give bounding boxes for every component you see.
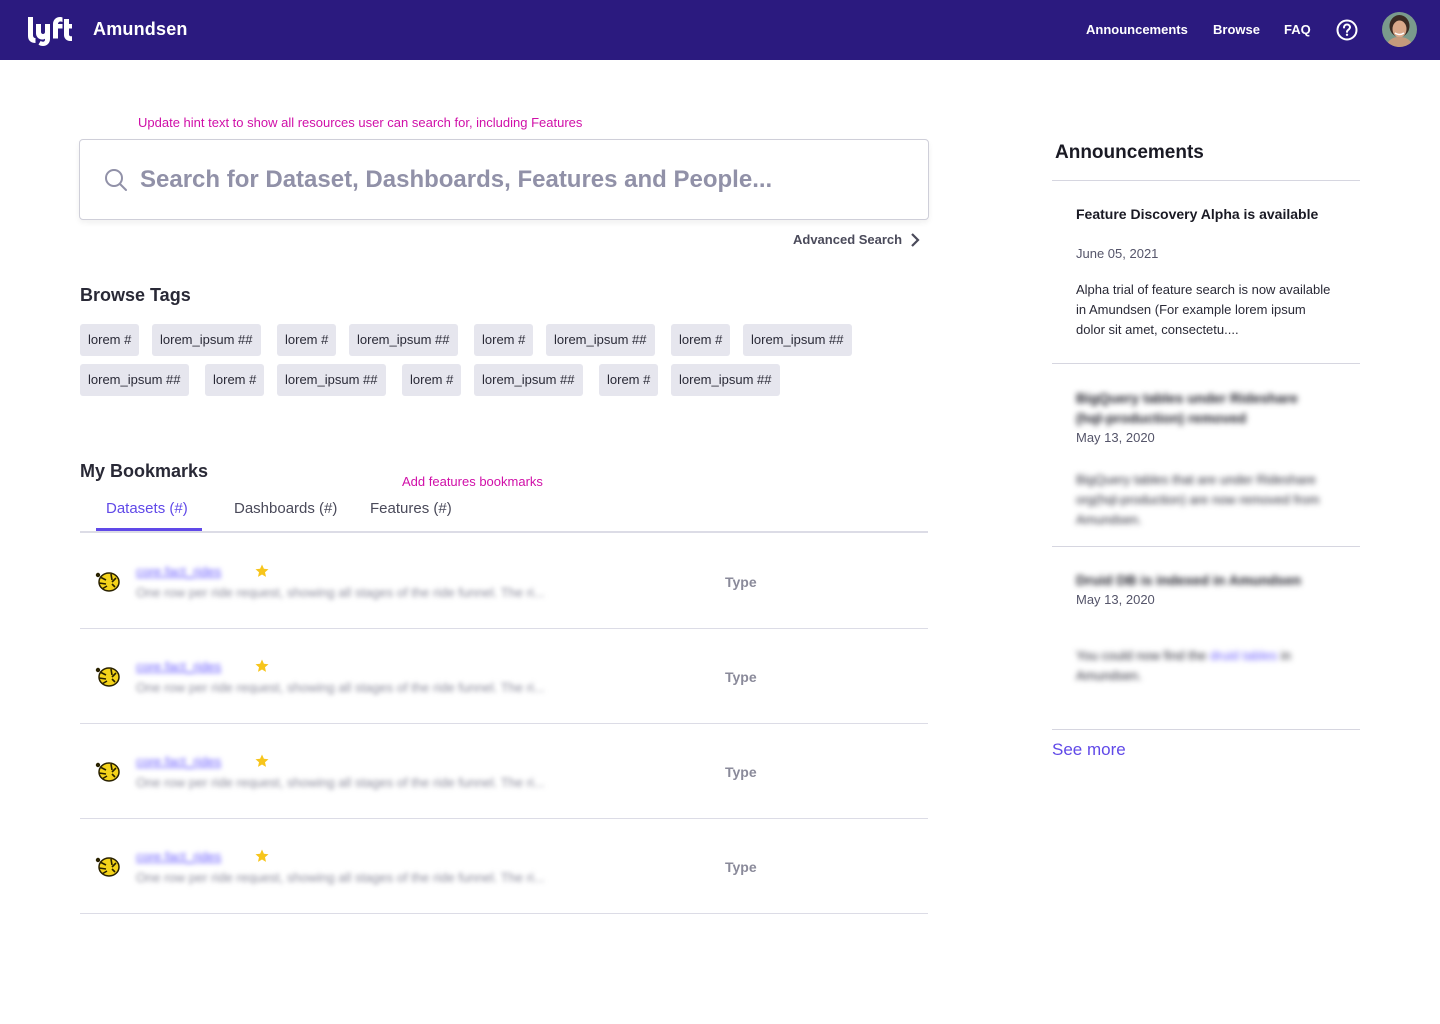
tag-chip[interactable]: lorem_ipsum ## xyxy=(152,324,261,356)
tag-chip[interactable]: lorem # xyxy=(80,324,140,356)
hive-icon xyxy=(95,572,120,592)
tab-datasets[interactable]: Datasets (#) xyxy=(106,500,188,517)
announcement-title[interactable]: BigQuery tables under Rideshare (hql-pro… xyxy=(1076,388,1326,428)
tag-chip[interactable]: lorem # xyxy=(205,364,265,396)
tag-chip[interactable]: lorem # xyxy=(671,324,731,356)
top-nav-bar: Amundsen Announcements Browse FAQ xyxy=(0,0,1440,60)
help-circle-icon[interactable] xyxy=(1336,19,1358,41)
bookmark-type: Type xyxy=(725,669,757,685)
bookmark-row[interactable]: core.fact_rides One row per ride request… xyxy=(80,819,928,914)
tag-chip[interactable]: lorem_ipsum ## xyxy=(349,324,458,356)
announcements-title: Announcements xyxy=(1055,142,1204,163)
bookmark-type: Type xyxy=(725,764,757,780)
app-title[interactable]: Amundsen xyxy=(93,19,188,40)
announcement-body: You could now find the druid tables in A… xyxy=(1076,646,1334,686)
hive-icon xyxy=(95,857,120,877)
nav-faq[interactable]: FAQ xyxy=(1284,22,1311,37)
announcement-body: BigQuery tables that are under Rideshare… xyxy=(1076,472,1320,527)
druid-tables-link[interactable]: druid tables xyxy=(1210,648,1277,663)
advanced-search-link[interactable]: Advanced Search xyxy=(793,232,902,247)
tag-chip[interactable]: lorem # xyxy=(277,324,337,356)
tag-chip[interactable]: lorem_ipsum ## xyxy=(277,364,386,396)
divider xyxy=(1052,546,1360,547)
bookmark-type: Type xyxy=(725,574,757,590)
tag-chip[interactable]: lorem_ipsum ## xyxy=(671,364,780,396)
see-more-link[interactable]: See more xyxy=(1052,740,1126,760)
announcement-body-text: You could now find the xyxy=(1076,648,1207,663)
lyft-logo-icon[interactable] xyxy=(26,14,74,48)
chevron-right-icon[interactable] xyxy=(910,233,920,247)
bookmark-type: Type xyxy=(725,859,757,875)
active-tab-indicator xyxy=(96,528,202,531)
divider xyxy=(1052,729,1360,730)
bookmark-title[interactable]: core.fact_rides xyxy=(136,849,221,864)
search-bar[interactable] xyxy=(79,139,929,220)
tabs-divider xyxy=(80,531,928,533)
nav-announcements[interactable]: Announcements xyxy=(1086,22,1188,37)
announcement-title[interactable]: Druid DB is indexed in Amundsen xyxy=(1076,570,1326,590)
tag-chip[interactable]: lorem_ipsum ## xyxy=(546,324,655,356)
tag-chip[interactable]: lorem # xyxy=(474,324,534,356)
announcement-date: May 13, 2020 xyxy=(1076,430,1155,445)
star-icon[interactable] xyxy=(255,659,269,673)
tab-features[interactable]: Features (#) xyxy=(370,500,452,517)
bookmark-row[interactable]: core.fact_rides One row per ride request… xyxy=(80,629,928,724)
star-icon[interactable] xyxy=(255,564,269,578)
divider xyxy=(1052,180,1360,181)
announcement-title[interactable]: Feature Discovery Alpha is available xyxy=(1076,204,1326,224)
divider xyxy=(1052,363,1360,364)
announcement-date: May 13, 2020 xyxy=(1076,592,1155,607)
avatar[interactable] xyxy=(1382,12,1417,47)
star-icon[interactable] xyxy=(255,754,269,768)
browse-tags-title: Browse Tags xyxy=(80,285,191,305)
bookmark-title[interactable]: core.fact_rides xyxy=(136,659,221,674)
tag-chip[interactable]: lorem_ipsum ## xyxy=(743,324,852,356)
bookmark-title[interactable]: core.fact_rides xyxy=(136,754,221,769)
bookmark-description: One row per ride request, showing all st… xyxy=(136,680,545,695)
announcement-date: June 05, 2021 xyxy=(1076,246,1159,261)
search-input[interactable] xyxy=(140,160,900,200)
hive-icon xyxy=(95,762,120,782)
tab-dashboards[interactable]: Dashboards (#) xyxy=(234,500,337,517)
bookmark-title[interactable]: core.fact_rides xyxy=(136,564,221,579)
bookmarks-hint-annotation: Add features bookmarks xyxy=(402,474,543,489)
hive-icon xyxy=(95,667,120,687)
search-icon xyxy=(105,169,127,191)
search-hint-annotation: Update hint text to show all resources u… xyxy=(138,115,583,130)
tag-chip[interactable]: lorem_ipsum ## xyxy=(474,364,583,396)
tag-chip[interactable]: lorem # xyxy=(402,364,462,396)
star-icon[interactable] xyxy=(255,849,269,863)
tag-chip[interactable]: lorem # xyxy=(599,364,659,396)
tag-chip[interactable]: lorem_ipsum ## xyxy=(80,364,189,396)
announcement-body: Alpha trial of feature search is now ava… xyxy=(1076,282,1331,337)
bookmark-row[interactable]: core.fact_rides One row per ride request… xyxy=(80,724,928,819)
my-bookmarks-title: My Bookmarks xyxy=(80,461,209,481)
nav-browse[interactable]: Browse xyxy=(1213,22,1260,37)
bookmark-row[interactable]: core.fact_rides One row per ride request… xyxy=(80,534,928,629)
bookmark-description: One row per ride request, showing all st… xyxy=(136,870,545,885)
bookmark-description: One row per ride request, showing all st… xyxy=(136,775,545,790)
bookmark-description: One row per ride request, showing all st… xyxy=(136,585,545,600)
